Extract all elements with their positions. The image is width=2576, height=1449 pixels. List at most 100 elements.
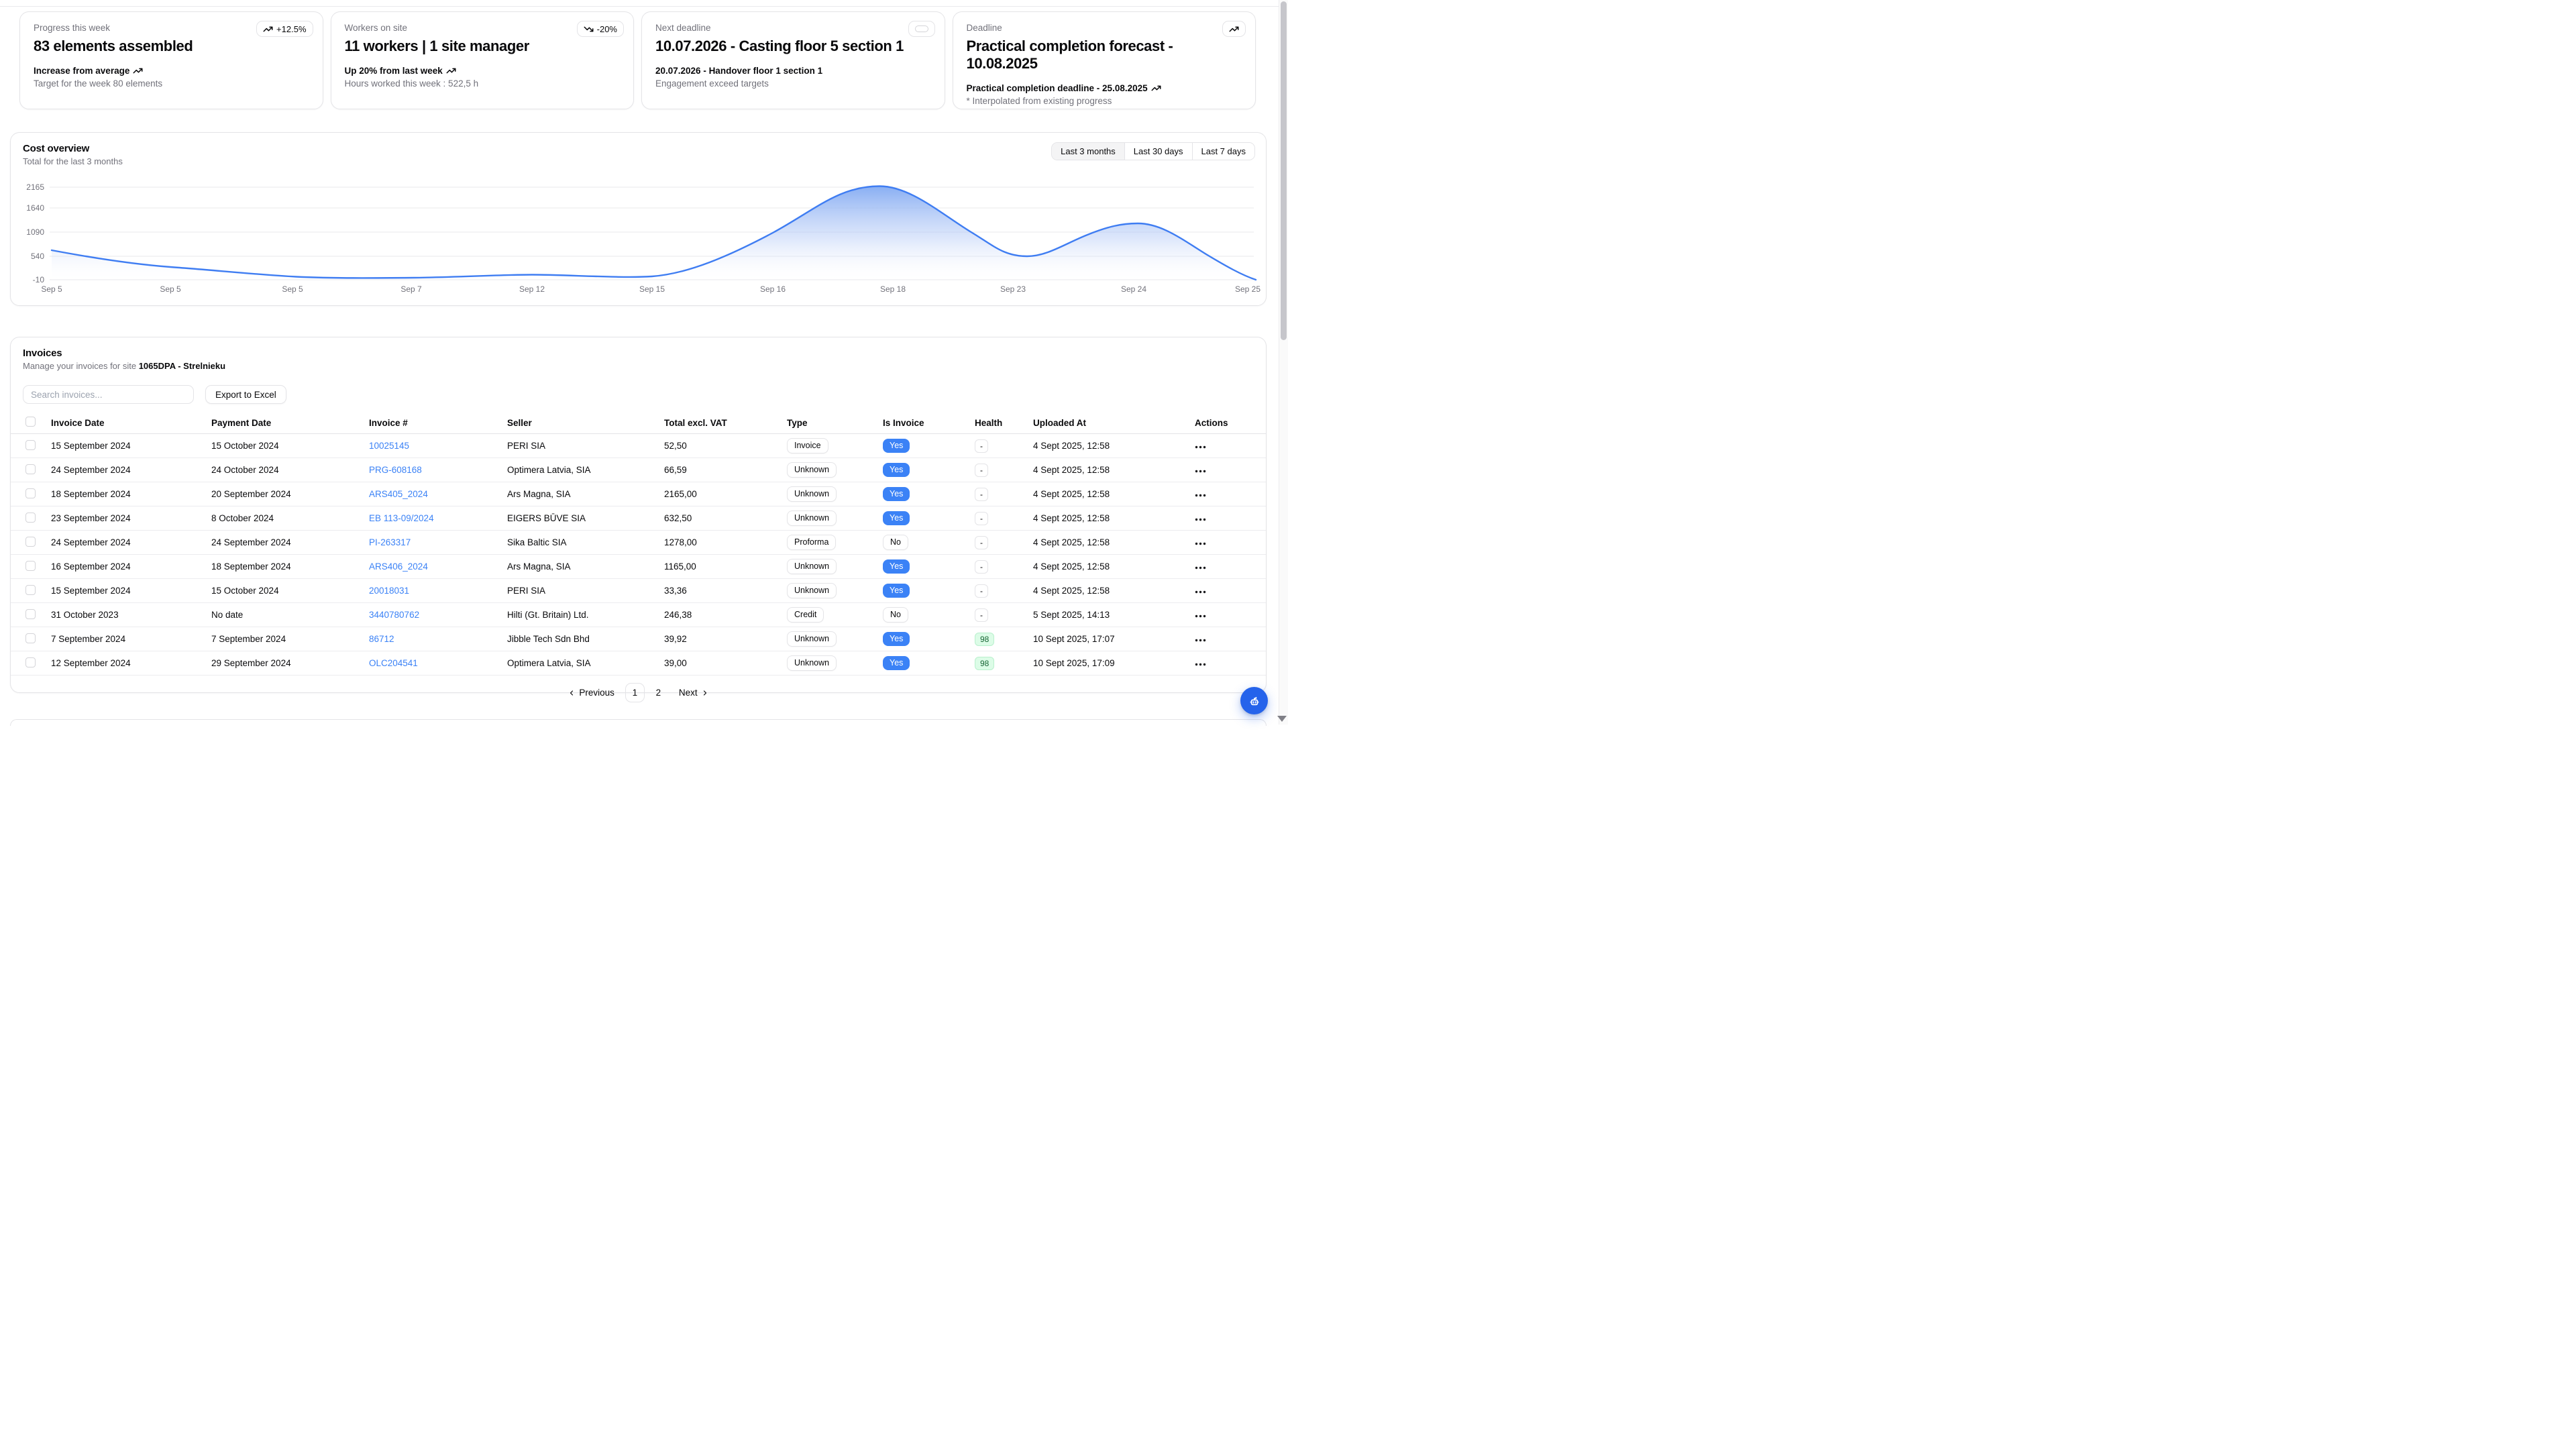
row-actions-menu-icon[interactable] bbox=[1195, 470, 1206, 473]
is-invoice-badge: No bbox=[883, 607, 908, 623]
cell-uploaded-at: 4 Sept 2025, 12:58 bbox=[1033, 537, 1195, 547]
invoices-title: Invoices bbox=[23, 347, 1254, 359]
invoice-number-link[interactable]: OLC204541 bbox=[369, 658, 418, 668]
x-axis-tick: Sep 5 bbox=[28, 284, 75, 294]
column-header-payment-date: Payment Date bbox=[211, 418, 369, 428]
row-checkbox[interactable] bbox=[25, 561, 36, 571]
row-checkbox[interactable] bbox=[25, 464, 36, 474]
assistant-fab-button[interactable] bbox=[1240, 687, 1268, 714]
x-axis-tick: Sep 5 bbox=[147, 284, 194, 294]
row-actions-menu-icon[interactable] bbox=[1195, 542, 1206, 545]
scrollbar-thumb[interactable] bbox=[1281, 1, 1287, 340]
invoice-table-row: 24 September 2024 24 September 2024 PI-2… bbox=[11, 531, 1266, 555]
cell-seller: Sika Baltic SIA bbox=[507, 537, 664, 547]
row-actions-menu-icon[interactable] bbox=[1195, 566, 1206, 570]
invoice-table-row: 15 September 2024 15 October 2024 100251… bbox=[11, 434, 1266, 458]
health-badge: - bbox=[975, 560, 988, 574]
cell-payment-date: 24 September 2024 bbox=[211, 537, 369, 547]
page-number-2[interactable]: 2 bbox=[649, 683, 668, 702]
cell-uploaded-at: 4 Sept 2025, 12:58 bbox=[1033, 561, 1195, 572]
previous-page-button[interactable]: Previous bbox=[568, 688, 614, 698]
row-checkbox[interactable] bbox=[25, 633, 36, 643]
row-actions-menu-icon[interactable] bbox=[1195, 663, 1206, 666]
cost-area-chart: 216516401090540-10 Sep 5Sep 5Sep 5Sep 7S… bbox=[11, 133, 1266, 305]
y-axis-tick: 1090 bbox=[13, 227, 44, 237]
type-badge: Unknown bbox=[787, 486, 837, 502]
cell-total-excl-vat: 39,00 bbox=[664, 658, 787, 668]
stat-card-label: Deadline bbox=[967, 23, 1242, 33]
row-checkbox[interactable] bbox=[25, 513, 36, 523]
column-header-total-excl-vat: Total excl. VAT bbox=[664, 418, 787, 428]
cell-total-excl-vat: 2165,00 bbox=[664, 489, 787, 499]
invoice-number-link[interactable]: 86712 bbox=[369, 634, 394, 644]
invoice-number-link[interactable]: 3440780762 bbox=[369, 610, 419, 620]
stat-card-footer: Target for the week 80 elements bbox=[34, 78, 309, 89]
cell-seller: Optimera Latvia, SIA bbox=[507, 465, 664, 475]
cell-uploaded-at: 4 Sept 2025, 12:58 bbox=[1033, 465, 1195, 475]
invoice-number-link[interactable]: PI-263317 bbox=[369, 537, 411, 547]
trend-badge: -20% bbox=[577, 21, 624, 37]
row-checkbox[interactable] bbox=[25, 440, 36, 450]
cell-payment-date: 7 September 2024 bbox=[211, 634, 369, 644]
invoice-number-link[interactable]: ARS406_2024 bbox=[369, 561, 428, 572]
cell-invoice-date: 15 September 2024 bbox=[51, 441, 211, 451]
cell-total-excl-vat: 66,59 bbox=[664, 465, 787, 475]
cell-invoice-date: 15 September 2024 bbox=[51, 586, 211, 596]
health-badge: - bbox=[975, 439, 988, 453]
x-axis-tick: Sep 16 bbox=[749, 284, 796, 294]
row-actions-menu-icon[interactable] bbox=[1195, 518, 1206, 521]
invoice-table-row: 23 September 2024 8 October 2024 EB 113-… bbox=[11, 506, 1266, 531]
y-axis-tick: 1640 bbox=[13, 203, 44, 213]
area-chart-canvas bbox=[11, 133, 1266, 305]
row-checkbox[interactable] bbox=[25, 609, 36, 619]
trending-up-icon bbox=[1229, 24, 1239, 34]
stat-card-subtitle-text: Up 20% from last week bbox=[345, 66, 443, 76]
stat-card-label: Next deadline bbox=[655, 23, 931, 33]
column-header-is-invoice: Is Invoice bbox=[883, 418, 975, 428]
trending-up-icon bbox=[446, 66, 456, 76]
invoice-number-link[interactable]: ARS405_2024 bbox=[369, 489, 428, 499]
type-badge: Unknown bbox=[787, 631, 837, 647]
row-actions-menu-icon[interactable] bbox=[1195, 494, 1206, 497]
page-number-1[interactable]: 1 bbox=[625, 683, 645, 702]
scroll-down-arrow[interactable] bbox=[1277, 716, 1287, 722]
invoice-number-link[interactable]: EB 113-09/2024 bbox=[369, 513, 434, 523]
cell-payment-date: No date bbox=[211, 610, 369, 620]
chevron-left-icon bbox=[568, 689, 576, 697]
trending-down-icon bbox=[584, 24, 594, 34]
invoice-table-row: 18 September 2024 20 September 2024 ARS4… bbox=[11, 482, 1266, 506]
invoices-section: Invoices Manage your invoices for site 1… bbox=[10, 337, 1267, 693]
column-header-type: Type bbox=[787, 418, 883, 428]
stat-card-subtitle: Practical completion deadline - 25.08.20… bbox=[967, 83, 1242, 93]
cell-payment-date: 8 October 2024 bbox=[211, 513, 369, 523]
row-checkbox[interactable] bbox=[25, 657, 36, 667]
select-all-checkbox[interactable] bbox=[25, 417, 36, 427]
cell-uploaded-at: 4 Sept 2025, 12:58 bbox=[1033, 513, 1195, 523]
cell-seller: Optimera Latvia, SIA bbox=[507, 658, 664, 668]
invoice-table-row: 15 September 2024 15 October 2024 200180… bbox=[11, 579, 1266, 603]
column-header-seller: Seller bbox=[507, 418, 664, 428]
cell-invoice-date: 23 September 2024 bbox=[51, 513, 211, 523]
search-input[interactable] bbox=[23, 385, 194, 404]
row-actions-menu-icon[interactable] bbox=[1195, 445, 1206, 449]
export-to-excel-button[interactable]: Export to Excel bbox=[205, 385, 286, 404]
type-badge: Unknown bbox=[787, 511, 837, 526]
invoice-number-link[interactable]: 10025145 bbox=[369, 441, 409, 451]
invoice-table-header: Invoice DatePayment DateInvoice #SellerT… bbox=[11, 412, 1266, 434]
cell-payment-date: 24 October 2024 bbox=[211, 465, 369, 475]
row-actions-menu-icon[interactable] bbox=[1195, 614, 1206, 618]
row-checkbox[interactable] bbox=[25, 537, 36, 547]
invoice-number-link[interactable]: PRG-608168 bbox=[369, 465, 422, 475]
cell-uploaded-at: 4 Sept 2025, 12:58 bbox=[1033, 586, 1195, 596]
cell-total-excl-vat: 39,92 bbox=[664, 634, 787, 644]
cell-uploaded-at: 10 Sept 2025, 17:09 bbox=[1033, 658, 1195, 668]
type-badge: Invoice bbox=[787, 438, 828, 453]
next-page-button[interactable]: Next bbox=[679, 688, 709, 698]
row-actions-menu-icon[interactable] bbox=[1195, 639, 1206, 642]
stat-card: Workers on site -20% 11 workers | 1 site… bbox=[331, 11, 635, 109]
cell-seller: Jibble Tech Sdn Bhd bbox=[507, 634, 664, 644]
row-checkbox[interactable] bbox=[25, 585, 36, 595]
row-checkbox[interactable] bbox=[25, 488, 36, 498]
row-actions-menu-icon[interactable] bbox=[1195, 590, 1206, 594]
invoice-number-link[interactable]: 20018031 bbox=[369, 586, 409, 596]
